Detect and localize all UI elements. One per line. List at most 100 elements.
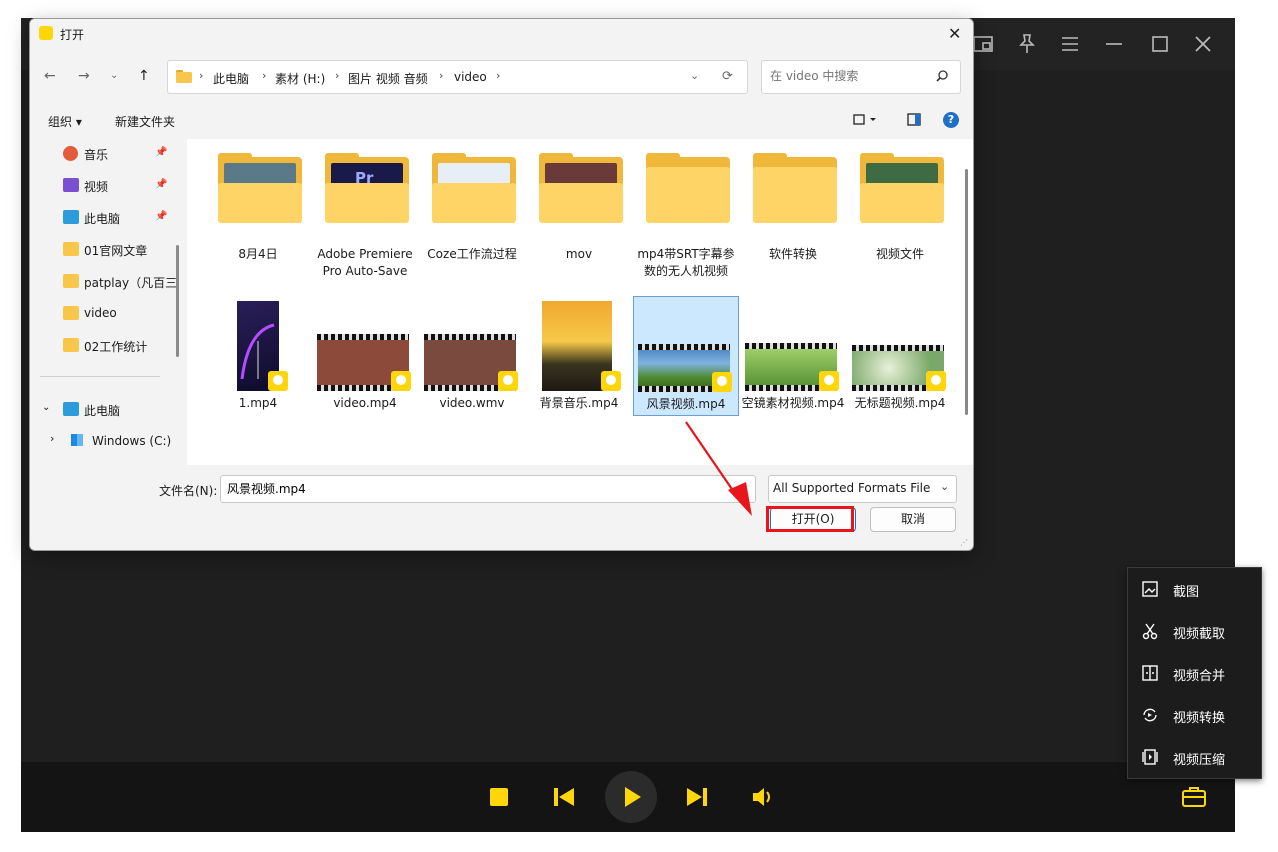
folder-tile[interactable]: 视频文件: [848, 153, 952, 271]
help-icon[interactable]: ?: [943, 112, 959, 128]
file-label: 风景视频.mp4: [646, 397, 726, 411]
sidebar-item-label: 此电脑: [84, 212, 121, 226]
sidebar-item-this-pc[interactable]: 此电脑 📌: [63, 207, 173, 231]
breadcrumb-item[interactable]: video: [454, 70, 487, 84]
refresh-icon[interactable]: ⟳: [722, 69, 733, 84]
video-file-tile[interactable]: 1.mp4: [206, 297, 310, 417]
play-button[interactable]: [605, 771, 657, 823]
folder-tile[interactable]: Pr Adobe Premiere Pro Auto-Save: [313, 153, 417, 291]
dialog-close-button[interactable]: ✕: [948, 24, 961, 43]
search-input[interactable]: [768, 68, 932, 84]
back-arrow-icon[interactable]: ←: [44, 68, 56, 84]
breadcrumb-item[interactable]: 图片 视频 音频: [348, 70, 428, 87]
maximize-icon[interactable]: [1148, 32, 1172, 56]
dialog-titlebar: 打开 ✕: [30, 19, 973, 49]
folder-tile[interactable]: mov: [527, 153, 631, 271]
patplay-badge-icon: [498, 371, 518, 391]
tools-menu-compress[interactable]: 视频压缩: [1128, 736, 1261, 778]
next-icon[interactable]: [684, 784, 710, 810]
tree-item-this-pc[interactable]: 此电脑: [63, 399, 173, 423]
video-file-tile-selected[interactable]: 风景视频.mp4: [633, 296, 739, 416]
sidebar-item-videos[interactable]: 视频 📌: [63, 175, 173, 199]
file-label: Adobe Premiere Pro Auto-Save: [317, 247, 413, 278]
video-file-tile[interactable]: video.wmv: [420, 297, 524, 417]
sidebar-scrollbar[interactable]: [176, 245, 179, 357]
folder-tile[interactable]: Coze工作流过程: [420, 153, 524, 271]
expand-chevron-icon[interactable]: ⌄: [42, 402, 50, 413]
picture-in-picture-icon[interactable]: [971, 32, 995, 56]
menu-icon[interactable]: [1058, 32, 1082, 56]
file-view-scrollbar[interactable]: [965, 169, 968, 415]
view-options-icon[interactable]: [853, 114, 879, 126]
tools-menu-merge[interactable]: 视频合并: [1128, 652, 1261, 694]
breadcrumb-separator: ›: [262, 69, 267, 82]
sidebar-item-label: 视频: [84, 180, 109, 194]
filetype-select[interactable]: All Supported Formats File (* ⌄: [768, 475, 957, 503]
previous-icon[interactable]: [551, 784, 577, 810]
folder-icon: [218, 153, 302, 225]
tools-menu-clip[interactable]: 视频截取: [1128, 610, 1261, 652]
pin-icon[interactable]: [1015, 32, 1039, 56]
chevron-down-icon[interactable]: ⌄: [690, 69, 699, 82]
dialog-title: 打开: [60, 28, 85, 42]
player-controls: [21, 762, 1235, 832]
annotation-arrow-icon: [685, 421, 752, 516]
cancel-button[interactable]: 取消: [870, 507, 956, 532]
sidebar-item-folder[interactable]: 02工作统计: [63, 335, 178, 359]
tree-item-drive[interactable]: Windows (C:): [71, 431, 181, 455]
sidebar-item-music[interactable]: 音乐 📌: [63, 143, 173, 167]
search-box[interactable]: [761, 60, 961, 94]
folder-icon: [63, 242, 79, 256]
sidebar-item-label: 01官网文章: [84, 244, 148, 258]
recent-chevron-icon[interactable]: ⌄: [110, 70, 118, 81]
video-file-tile[interactable]: 空镜素材视频.mp4: [741, 297, 845, 427]
folder-tile[interactable]: 软件转换: [741, 153, 845, 271]
breadcrumb-item[interactable]: 此电脑: [213, 70, 249, 87]
music-icon: [63, 146, 78, 161]
folder-tile[interactable]: 8月4日: [206, 153, 310, 271]
file-label: 8月4日: [238, 247, 278, 261]
file-label: 视频文件: [875, 247, 924, 261]
sidebar-item-folder[interactable]: video: [63, 303, 178, 327]
resize-grip-icon[interactable]: ⋰: [960, 538, 968, 547]
preview-pane-icon[interactable]: [907, 113, 921, 126]
video-file-tile[interactable]: 背景音乐.mp4: [527, 297, 631, 417]
volume-icon[interactable]: [750, 784, 776, 810]
scissors-icon: [1142, 623, 1158, 640]
convert-icon: [1143, 708, 1157, 722]
breadcrumb-item[interactable]: 素材 (H:): [275, 70, 325, 87]
filename-label: 文件名(N):: [159, 484, 218, 498]
dialog-toolbar: 组织 ▾ 新建文件夹 ?: [30, 105, 973, 137]
open-button-highlight: [766, 506, 854, 532]
file-label: video.wmv: [439, 396, 505, 410]
folder-icon: [860, 153, 944, 225]
tools-menu-convert[interactable]: 视频转换: [1128, 694, 1261, 736]
video-file-tile[interactable]: 无标题视频.mp4: [848, 297, 952, 417]
file-label: 软件转换: [768, 247, 817, 261]
close-icon[interactable]: [1191, 32, 1215, 56]
patplay-badge-icon: [601, 371, 621, 391]
minimize-icon[interactable]: [1102, 32, 1126, 56]
sidebar-item-folder[interactable]: patplay（凡百三: [63, 271, 178, 295]
new-folder-button[interactable]: 新建文件夹: [115, 113, 175, 130]
video-file-tile[interactable]: video.mp4: [313, 297, 417, 417]
breadcrumb-separator: ›: [496, 69, 501, 82]
up-arrow-icon[interactable]: ↑: [138, 68, 150, 84]
filename-input[interactable]: [225, 480, 729, 496]
organize-button[interactable]: 组织 ▾: [48, 113, 82, 130]
sidebar-item-folder[interactable]: 01官网文章: [63, 239, 178, 263]
address-bar[interactable]: › 此电脑 › 素材 (H:) › 图片 视频 音频 › video › ⌄ ⟳: [167, 60, 748, 94]
file-label: 空镜素材视频.mp4: [741, 396, 845, 410]
pin-icon: 📌: [155, 179, 168, 190]
tools-menu-screenshot[interactable]: 截图: [1128, 568, 1261, 610]
folder-tile[interactable]: mp4带SRT字幕参数的无人机视频: [634, 153, 738, 291]
collapse-chevron-icon[interactable]: ›: [50, 432, 54, 445]
stop-icon[interactable]: [486, 784, 512, 810]
chevron-down-icon: ⌄: [940, 480, 950, 493]
folder-icon: [63, 274, 79, 288]
file-label: 背景音乐.mp4: [539, 396, 619, 410]
filename-combobox[interactable]: ⌄: [220, 475, 756, 503]
forward-arrow-icon[interactable]: →: [78, 68, 90, 84]
toolbox-icon[interactable]: [1181, 784, 1207, 810]
file-label: Coze工作流过程: [427, 247, 517, 261]
